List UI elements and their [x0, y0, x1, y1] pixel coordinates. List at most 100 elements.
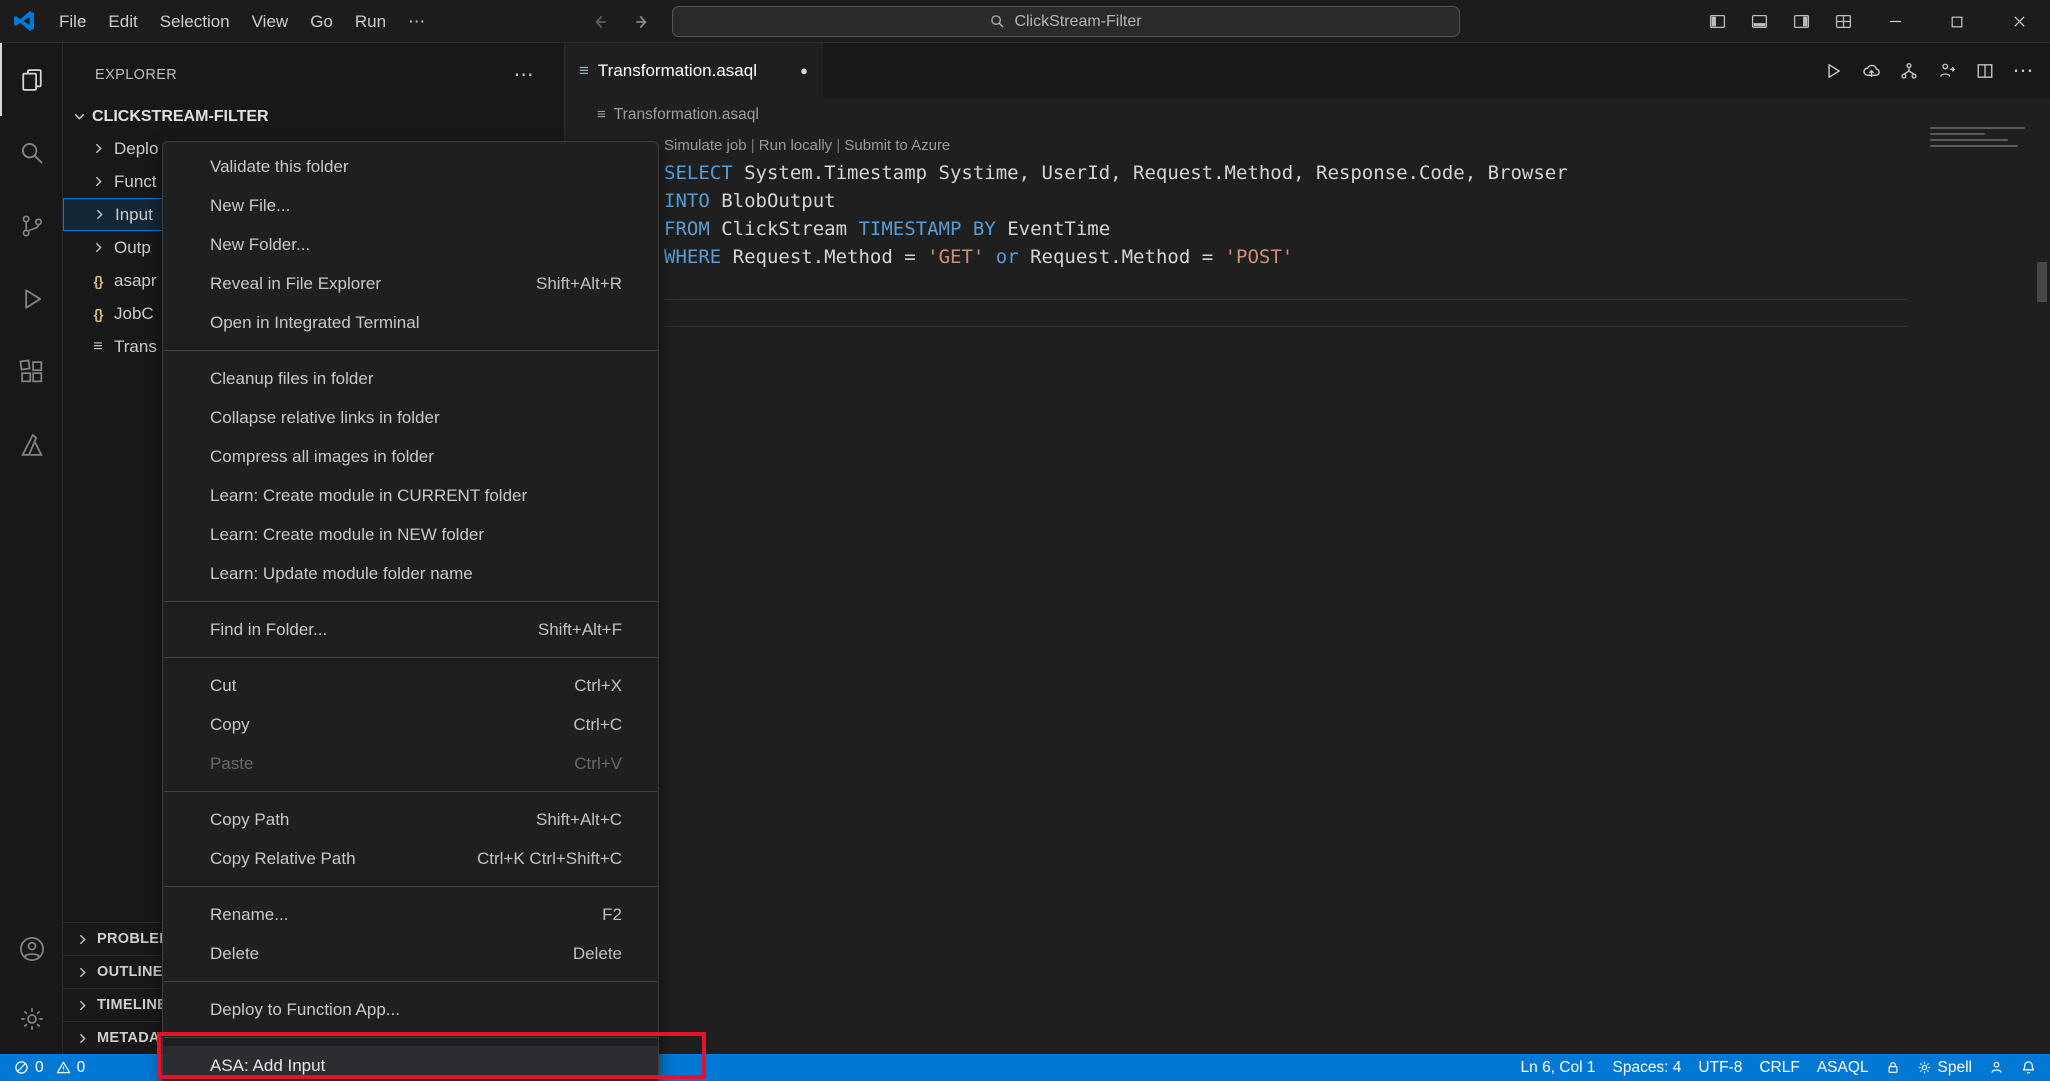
error-count: 0 [35, 1058, 44, 1076]
menu-item-compress-all-images-in-folder[interactable]: Compress all images in folder [163, 437, 658, 476]
json-file-icon: {} [93, 305, 104, 322]
menu-item-find-in-folder[interactable]: Find in Folder... Shift+Alt+F [163, 610, 658, 649]
search-activity-icon[interactable] [0, 116, 62, 189]
settings-gear-icon[interactable] [0, 984, 62, 1054]
vscode-logo-icon [0, 0, 48, 43]
menu-run[interactable]: Run [344, 7, 397, 36]
menu-item-label: Copy Path [210, 809, 290, 829]
menu-item-shortcut: Delete [572, 943, 622, 963]
code-token: or [984, 246, 1031, 268]
codelens-simulate-job[interactable]: Simulate job [664, 137, 747, 154]
minimize-button[interactable] [1864, 0, 1926, 43]
menu-item-learn-update-module-folder-name[interactable]: Learn: Update module folder name [163, 554, 658, 593]
menu-item-shortcut: Ctrl+K Ctrl+Shift+C [476, 848, 622, 868]
forward-button[interactable] [627, 8, 657, 36]
status-spell-checker[interactable]: Spell [1917, 1059, 1972, 1077]
menu-item-copy-relative-path[interactable]: Copy Relative Path Ctrl+K Ctrl+Shift+C [163, 839, 658, 878]
code-token: BY [972, 218, 996, 240]
account-icon[interactable] [0, 914, 62, 984]
file-lines-icon: ≡ [93, 337, 103, 355]
chevron-right-icon [90, 206, 108, 223]
azure-icon[interactable] [0, 408, 62, 481]
minimap[interactable] [1930, 127, 2034, 147]
menu-item-shortcut: Shift+Alt+C [536, 809, 622, 829]
menu-separator [164, 886, 657, 887]
breadcrumb[interactable]: ≡ Transformation.asaql [565, 98, 2050, 131]
customize-layout-icon[interactable] [1822, 0, 1864, 43]
menu-more[interactable]: ⋯ [397, 7, 436, 36]
status-eol[interactable]: CRLF [1759, 1059, 1799, 1077]
menu-edit[interactable]: Edit [97, 7, 148, 36]
source-control-icon[interactable] [0, 189, 62, 262]
back-button[interactable] [585, 8, 615, 36]
close-window-button[interactable] [1988, 0, 2050, 43]
problems-status[interactable]: 0 0 [14, 1059, 85, 1077]
menu-view[interactable]: View [241, 7, 300, 36]
code-token: TIMESTAMP [858, 218, 962, 240]
tab-transformation-asaql[interactable]: ≡ Transformation.asaql ● [565, 43, 823, 98]
menu-item-new-file[interactable]: New File... [163, 186, 658, 225]
menu-item-cleanup-files-in-folder[interactable]: Cleanup files in folder [163, 359, 658, 398]
menu-item-asa-add-input[interactable]: ASA: Add Input [163, 1046, 658, 1081]
type-hierarchy-icon[interactable] [1890, 52, 1928, 90]
editor-scrollbar[interactable] [2037, 262, 2047, 302]
code-token: ClickStream [709, 218, 859, 240]
sidebar-more-actions-icon[interactable]: ⋯ [514, 65, 534, 85]
menu-item-label: Reveal in File Explorer [210, 273, 382, 293]
activity-bar-bottom [0, 914, 62, 1054]
run-debug-icon[interactable] [0, 262, 62, 335]
menu-item-cut[interactable]: Cut Ctrl+X [163, 666, 658, 705]
folder-root-row[interactable]: CLICKSTREAM-FILTER [63, 101, 564, 132]
status-language[interactable]: ASAQL [1817, 1059, 1869, 1077]
menu-item-collapse-relative-links-in-folder[interactable]: Collapse relative links in folder [163, 398, 658, 437]
explorer-icon[interactable] [0, 43, 62, 116]
modified-dot-icon[interactable]: ● [800, 63, 808, 78]
code-area[interactable]: Simulate job | Run locally | Submit to A… [565, 131, 2050, 1054]
cloud-upload-icon[interactable] [1852, 52, 1890, 90]
codelens-submit-to-azure[interactable]: Submit to Azure [844, 137, 950, 154]
menu-item-delete[interactable]: Delete Delete [163, 934, 658, 973]
menu-item-reveal-in-file-explorer[interactable]: Reveal in File Explorer Shift+Alt+R [163, 264, 658, 303]
bell-icon[interactable] [2021, 1060, 2036, 1075]
codelens-run-locally[interactable]: Run locally [759, 137, 832, 154]
status-cursor-position[interactable]: Ln 6, Col 1 [1521, 1059, 1596, 1077]
menu-item-deploy-to-function-app[interactable]: Deploy to Function App... [163, 990, 658, 1029]
code-token: 'POST' [1224, 246, 1294, 268]
menu-go[interactable]: Go [299, 7, 344, 36]
more-actions-icon[interactable]: ⋯ [2004, 52, 2042, 90]
menu-item-new-folder[interactable]: New Folder... [163, 225, 658, 264]
menu-item-open-in-integrated-terminal[interactable]: Open in Integrated Terminal [163, 303, 658, 342]
command-center-search[interactable]: ClickStream-Filter [672, 6, 1460, 37]
chevron-down-icon [71, 108, 88, 125]
toggle-sidebar-icon[interactable] [1696, 0, 1738, 43]
status-encoding[interactable]: UTF-8 [1698, 1059, 1742, 1077]
tree-item-label: Outp [114, 237, 151, 257]
run-icon[interactable] [1814, 52, 1852, 90]
person-run-icon[interactable] [1928, 52, 1966, 90]
menu-item-copy[interactable]: Copy Ctrl+C [163, 705, 658, 744]
menu-file[interactable]: File [48, 7, 97, 36]
menu-item-learn-create-module-in-new-folder[interactable]: Learn: Create module in NEW folder [163, 515, 658, 554]
status-indentation[interactable]: Spaces: 4 [1612, 1059, 1681, 1077]
code-token: 'GET' [927, 246, 985, 268]
menu-item-validate-this-folder[interactable]: Validate this folder [163, 147, 658, 186]
lock-icon[interactable] [1886, 1060, 1900, 1075]
toggle-secondary-sidebar-icon[interactable] [1780, 0, 1822, 43]
code-token: INTO [664, 190, 710, 212]
code-token: EventTime [995, 218, 1111, 240]
menu-item-shortcut: F2 [602, 904, 622, 924]
extensions-icon[interactable] [0, 335, 62, 408]
feedback-icon[interactable] [1989, 1060, 2004, 1075]
split-editor-icon[interactable] [1966, 52, 2004, 90]
warning-icon [56, 1060, 71, 1075]
toggle-panel-icon[interactable] [1738, 0, 1780, 43]
codelens-separator: | [832, 136, 845, 154]
code-token: = [904, 246, 916, 268]
menu-item-learn-create-module-in-current-folder[interactable]: Learn: Create module in CURRENT folder [163, 476, 658, 515]
maximize-button[interactable] [1926, 0, 1988, 43]
menu-separator [164, 601, 657, 602]
menu-selection[interactable]: Selection [149, 7, 241, 36]
menu-item-copy-path[interactable]: Copy Path Shift+Alt+C [163, 800, 658, 839]
menu-item-rename[interactable]: Rename... F2 [163, 895, 658, 934]
